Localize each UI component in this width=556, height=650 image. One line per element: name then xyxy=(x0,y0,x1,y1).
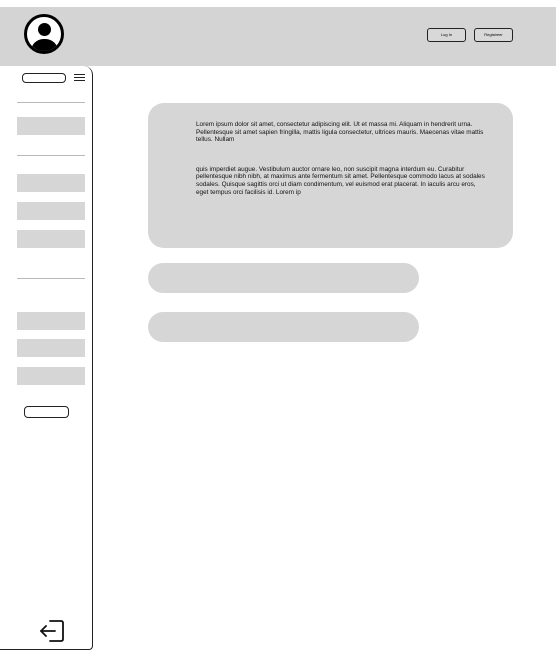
sidebar-bottom-button[interactable] xyxy=(24,406,69,418)
sidebar-toggle-pill[interactable] xyxy=(22,73,66,83)
top-header: Log In Registreer xyxy=(0,7,556,66)
sidebar-item-1[interactable] xyxy=(17,117,85,135)
card-paragraph-1: Lorem ipsum dolor sit amet, consectetur … xyxy=(196,121,484,144)
register-button[interactable]: Registreer xyxy=(474,28,513,42)
hamburger-menu-icon[interactable] xyxy=(74,72,85,84)
sidebar-divider xyxy=(17,155,85,156)
placeholder-bar-2 xyxy=(148,312,419,342)
sidebar xyxy=(0,66,93,650)
sidebar-item-4[interactable] xyxy=(17,230,85,248)
logout-icon[interactable] xyxy=(39,619,65,643)
sidebar-divider xyxy=(17,102,85,103)
card-paragraph-2: quis imperdiet augue. Vestibulum auctor … xyxy=(196,165,485,196)
avatar-body xyxy=(31,39,58,51)
login-button[interactable]: Log In xyxy=(427,28,466,42)
sidebar-item-6[interactable] xyxy=(17,339,85,357)
user-avatar-icon[interactable] xyxy=(24,14,64,54)
sidebar-item-7[interactable] xyxy=(17,367,85,385)
avatar-head xyxy=(38,23,51,36)
content-card: Lorem ipsum dolor sit amet, consectetur … xyxy=(148,103,513,248)
card-text: Lorem ipsum dolor sit amet, consectetur … xyxy=(196,121,486,196)
sidebar-item-2[interactable] xyxy=(17,174,85,192)
sidebar-divider xyxy=(17,278,85,279)
sidebar-item-3[interactable] xyxy=(17,202,85,220)
placeholder-bar-1 xyxy=(148,263,419,293)
sidebar-item-5[interactable] xyxy=(17,312,85,330)
